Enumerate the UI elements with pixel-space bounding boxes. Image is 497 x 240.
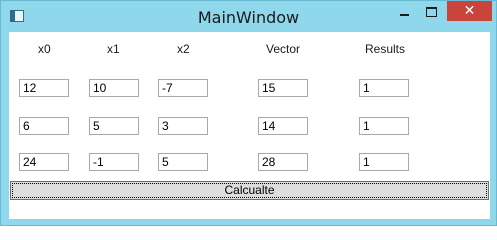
- header-x1: x1: [107, 42, 120, 56]
- main-window: MainWindow ✕ x0 x1 x2 Vector Results 12 …: [0, 0, 497, 226]
- x2-input[interactable]: -7: [158, 79, 208, 97]
- x2-input[interactable]: 3: [158, 117, 208, 135]
- header-x0: x0: [38, 42, 51, 56]
- x2-input[interactable]: 5: [158, 153, 208, 171]
- x1-input[interactable]: 5: [89, 117, 139, 135]
- title-bar[interactable]: MainWindow ✕: [1, 1, 496, 32]
- x0-input[interactable]: 6: [19, 117, 69, 135]
- x1-input[interactable]: -1: [89, 153, 139, 171]
- close-button[interactable]: ✕: [447, 1, 492, 21]
- result-field[interactable]: 1: [359, 153, 409, 171]
- x0-input[interactable]: 24: [19, 153, 69, 171]
- header-x2: x2: [177, 42, 190, 56]
- minimize-button[interactable]: [390, 1, 416, 21]
- result-field[interactable]: 1: [359, 79, 409, 97]
- close-icon: ✕: [463, 3, 476, 19]
- client-area: x0 x1 x2 Vector Results 12 10 -7 15 1 6 …: [9, 32, 490, 219]
- calculate-button[interactable]: Calcualte: [10, 181, 489, 200]
- maximize-button[interactable]: [418, 1, 444, 21]
- vector-input[interactable]: 15: [258, 79, 308, 97]
- header-results: Results: [365, 42, 406, 56]
- vector-input[interactable]: 28: [258, 153, 308, 171]
- result-field[interactable]: 1: [359, 117, 409, 135]
- x0-input[interactable]: 12: [19, 79, 69, 97]
- header-vector: Vector: [266, 42, 301, 56]
- x1-input[interactable]: 10: [89, 79, 139, 97]
- vector-input[interactable]: 14: [258, 117, 308, 135]
